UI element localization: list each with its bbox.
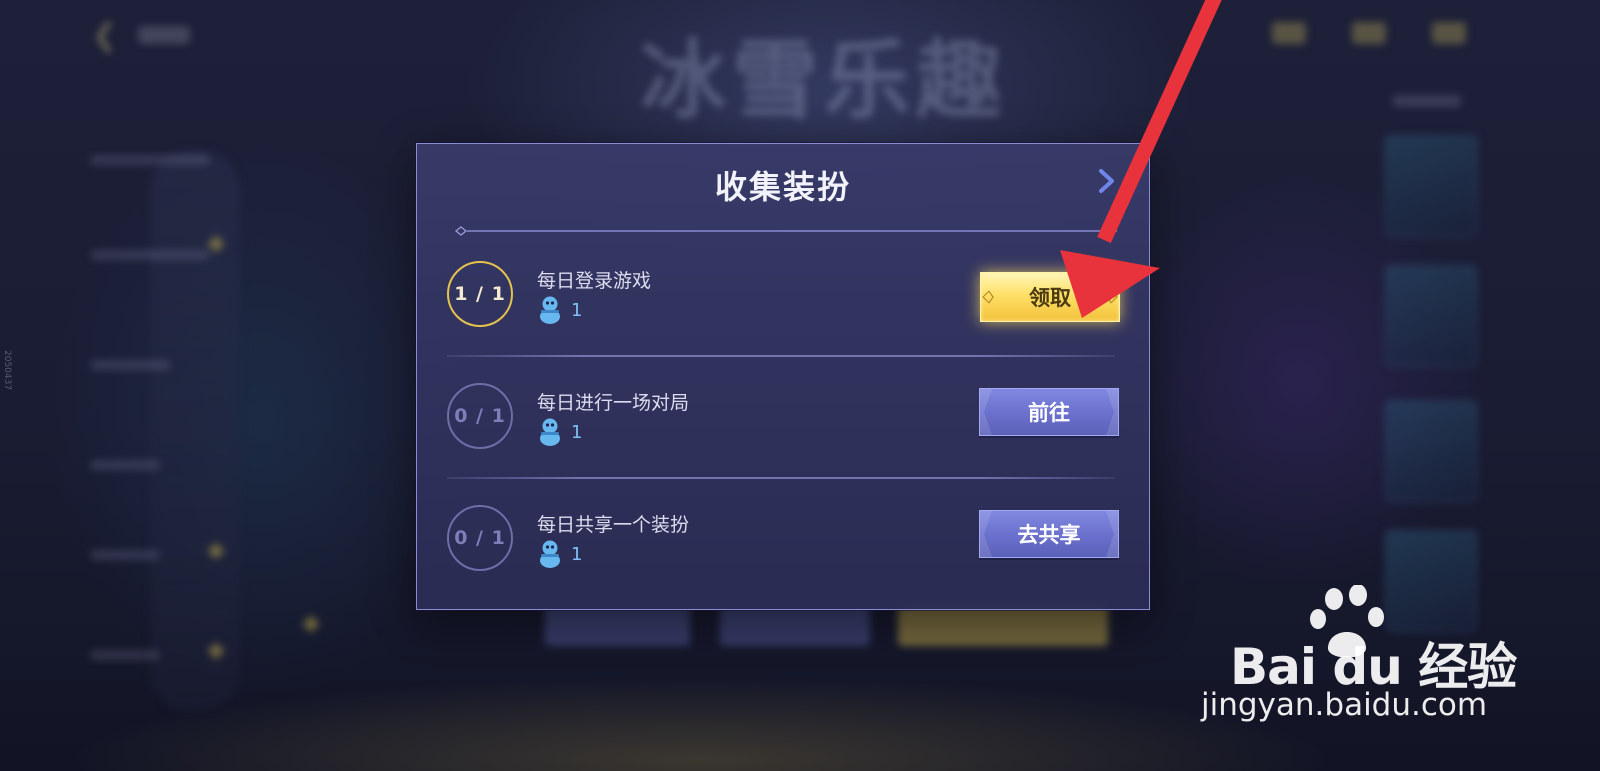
- side-menu-item: [90, 650, 160, 660]
- reward-count: 1: [571, 421, 583, 443]
- event-title: 冰雪乐趣: [640, 30, 1008, 131]
- baidu-jingyan-watermark: Bai du 经验 jingyan.baidu.com: [1200, 585, 1520, 745]
- top-currency-icon: [1272, 22, 1306, 44]
- task-label: 每日共享一个装扮: [537, 514, 690, 536]
- progress-indicator: 1 / 1: [447, 261, 513, 327]
- side-menu-item: [90, 460, 160, 470]
- task-label: 每日进行一场对局: [537, 392, 690, 414]
- title-divider: [455, 226, 1117, 236]
- row-divider: [447, 477, 1115, 479]
- claim-button-label: 领取: [1029, 286, 1071, 310]
- side-menu-item: [90, 155, 210, 165]
- claim-button[interactable]: 领取: [980, 272, 1120, 322]
- back-label-placeholder: [138, 26, 190, 44]
- collect-outfit-dialog: 收集装扮 1 / 1 每日登录游戏 1 领取 0 / 1 每日进行一场对局 1 …: [416, 143, 1150, 610]
- back-arrow-icon: ❮: [92, 18, 118, 53]
- watermark-url: jingyan.baidu.com: [1201, 687, 1488, 723]
- task-reward: 1: [537, 295, 582, 325]
- button-ornament-icon: [1106, 290, 1118, 304]
- snowman-icon: [540, 296, 560, 324]
- task-row-share-outfit: 0 / 1 每日共享一个装扮 1 去共享: [447, 503, 1119, 603]
- right-card: [1385, 400, 1477, 502]
- button-ornament-icon: [980, 511, 992, 557]
- share-button[interactable]: 去共享: [979, 510, 1119, 558]
- go-button[interactable]: 前往: [979, 388, 1119, 436]
- button-ornament-icon: [980, 389, 992, 435]
- progress-indicator: 0 / 1: [447, 505, 513, 571]
- right-card: [1385, 265, 1477, 367]
- side-menu-item: [90, 550, 160, 560]
- row-divider: [447, 355, 1115, 357]
- snowman-icon: [540, 418, 560, 446]
- side-id-text: 2050437: [2, 350, 12, 391]
- right-card: [1385, 135, 1477, 237]
- task-reward: 1: [537, 539, 582, 569]
- top-currency-icon: [1352, 22, 1386, 44]
- button-ornament-icon: [982, 290, 994, 304]
- background-pillar: [150, 150, 240, 710]
- progress-indicator: 0 / 1: [447, 383, 513, 449]
- top-settings-icon: [1432, 22, 1466, 44]
- snowman-icon: [540, 540, 560, 568]
- go-button-label: 前往: [1028, 401, 1070, 425]
- button-ornament-icon: [1106, 389, 1118, 435]
- chevron-right-icon: [1099, 169, 1114, 193]
- task-row-play-match: 0 / 1 每日进行一场对局 1 前往: [447, 381, 1119, 481]
- task-label: 每日登录游戏: [537, 270, 652, 292]
- star-icon: [302, 615, 320, 633]
- right-panel-heading: [1392, 95, 1462, 107]
- side-menu-item: [90, 250, 210, 260]
- task-row-daily-login: 1 / 1 每日登录游戏 1 领取: [447, 259, 1120, 359]
- close-button[interactable]: [1092, 166, 1122, 196]
- reward-count: 1: [571, 299, 583, 321]
- side-menu-item: [90, 360, 170, 370]
- share-button-label: 去共享: [1017, 523, 1081, 547]
- reward-count: 1: [571, 543, 583, 565]
- dialog-title: 收集装扮: [714, 168, 851, 206]
- task-reward: 1: [537, 417, 582, 447]
- button-ornament-icon: [1106, 511, 1118, 557]
